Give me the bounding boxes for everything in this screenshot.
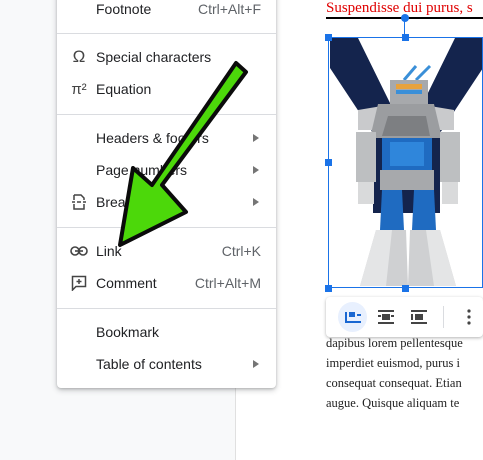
resize-handle-middle-left[interactable]	[325, 159, 332, 166]
menu-item-label: Table of contents	[96, 356, 202, 372]
menu-separator	[57, 33, 276, 34]
menu-item-comment[interactable]: Comment Ctrl+Alt+M	[57, 268, 276, 298]
break-text-button[interactable]	[404, 302, 433, 332]
menu-item-headers-footers[interactable]: Headers & footers	[57, 123, 276, 153]
body-line: dapibus lorem pellentesque	[326, 336, 463, 350]
menu-item-page-numbers[interactable]: Page numbers	[57, 155, 276, 185]
menu-item-equation[interactable]: π² Equation	[57, 74, 276, 104]
resize-handle-bottom-center[interactable]	[402, 285, 409, 292]
menu-separator	[57, 114, 276, 115]
more-vert-icon	[466, 309, 471, 325]
wrap-text-icon	[377, 310, 394, 324]
menu-item-label: Break	[96, 194, 133, 210]
omega-icon: Ω	[72, 47, 86, 66]
insert-menu: Footnote Ctrl+Alt+F Ω Special characters…	[57, 0, 276, 388]
break-text-icon	[410, 310, 427, 324]
body-line: consequat consequat. Etian	[326, 376, 462, 390]
menu-item-break[interactable]: Break	[57, 187, 276, 217]
resize-handle-top-left[interactable]	[325, 34, 332, 41]
toolbar-divider	[443, 306, 445, 328]
wrap-inline-icon	[344, 312, 361, 323]
menu-item-label: Equation	[96, 81, 152, 97]
menu-item-label: Comment	[96, 275, 157, 291]
menu-item-bookmark[interactable]: Bookmark	[57, 317, 276, 347]
wrap-text-button[interactable]	[371, 302, 400, 332]
resize-handle-bottom-left[interactable]	[325, 285, 332, 292]
page-break-icon	[69, 192, 89, 212]
menu-item-label: Footnote	[96, 1, 152, 17]
link-icon	[69, 241, 89, 261]
more-options-button[interactable]	[454, 302, 483, 332]
menu-separator	[57, 308, 276, 309]
doc-red-heading[interactable]: Suspendisse dui purus, s	[326, 0, 473, 17]
menu-item-label: Headers & footers	[96, 130, 209, 146]
menu-separator	[57, 227, 276, 228]
menu-item-shortcut: Ctrl+Alt+F	[197, 1, 261, 17]
submenu-arrow-icon	[253, 198, 259, 206]
menu-item-shortcut: Ctrl+K	[221, 243, 261, 259]
menu-item-label: Link	[96, 243, 122, 259]
pi-icon: π²	[71, 80, 87, 98]
body-line: imperdiet euismod, purus i	[326, 356, 461, 370]
submenu-arrow-icon	[253, 360, 259, 368]
submenu-arrow-icon	[253, 166, 259, 174]
menu-item-label: Bookmark	[96, 324, 160, 340]
menu-item-label: Page numbers	[96, 162, 188, 178]
add-comment-icon	[69, 273, 89, 293]
menu-item-table-of-contents[interactable]: Table of contents	[57, 349, 276, 379]
resize-handle-top-center[interactable]	[402, 34, 409, 41]
submenu-arrow-icon	[253, 134, 259, 142]
menu-item-link[interactable]: Link Ctrl+K	[57, 236, 276, 266]
document-body-text[interactable]: dapibus lorem pellentesque imperdiet eui…	[326, 333, 483, 413]
menu-item-shortcut: Ctrl+Alt+M	[194, 275, 261, 291]
body-line: augue. Quisque aliquam te	[326, 396, 460, 410]
rotate-handle[interactable]	[401, 14, 409, 22]
image-selection-frame	[328, 37, 483, 288]
menu-item-special-characters[interactable]: Ω Special characters	[57, 42, 276, 72]
menu-item-label: Special characters	[96, 49, 212, 65]
inline-wrap-button[interactable]	[338, 302, 368, 332]
image-options-toolbar	[326, 297, 483, 337]
menu-item-footnote[interactable]: Footnote Ctrl+Alt+F	[57, 0, 276, 24]
